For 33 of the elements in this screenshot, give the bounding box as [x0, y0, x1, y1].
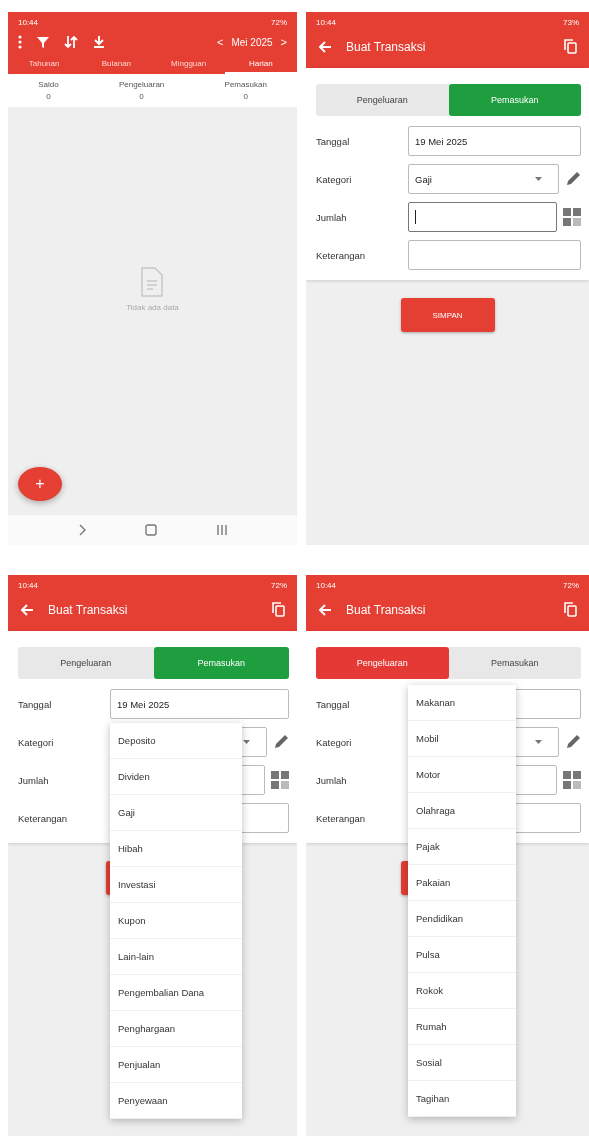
- field-label: Tanggal: [316, 698, 351, 710]
- status-time: 10:44: [18, 18, 39, 27]
- summary-label: Pengeluaran: [118, 80, 165, 89]
- status-time: 10:44: [316, 581, 337, 590]
- battery-text: 72%: [563, 581, 579, 590]
- field-label: Tanggal: [18, 698, 53, 710]
- field-label: Jumlah: [316, 211, 348, 223]
- battery-text: 73%: [563, 18, 579, 27]
- summary-label: Pemasukan: [224, 80, 267, 89]
- field-label: Kategori: [18, 736, 55, 748]
- battery-text: 72%: [271, 18, 287, 27]
- field-label: Keterangan: [316, 249, 367, 261]
- field-label: Kategori: [316, 173, 353, 185]
- summary-value: 0: [46, 92, 51, 101]
- summary-value: 0: [243, 92, 248, 101]
- status-time: 10:44: [18, 581, 39, 590]
- field-label: Keterangan: [316, 812, 367, 824]
- field-value: Gaji: [415, 173, 432, 185]
- battery-text: 72%: [271, 581, 287, 590]
- field-label: Keterangan: [18, 812, 69, 824]
- field-label: Jumlah: [316, 774, 348, 786]
- field-value: 19 Mei 2025: [117, 698, 170, 710]
- summary-value: 0: [139, 92, 144, 101]
- status-time: 10:44: [316, 18, 337, 27]
- screen-title: Buat Transaksi: [346, 39, 427, 54]
- field-label: Jumlah: [18, 774, 50, 786]
- month-label: Mei 2025: [231, 36, 273, 48]
- screen-title: Buat Transaksi: [346, 602, 427, 617]
- field-value: 19 Mei 2025: [415, 135, 468, 147]
- field-label: Tanggal: [316, 135, 351, 147]
- screen-title: Buat Transaksi: [48, 602, 129, 617]
- summary-label: Saldo: [38, 80, 59, 89]
- field-label: Kategori: [316, 736, 353, 748]
